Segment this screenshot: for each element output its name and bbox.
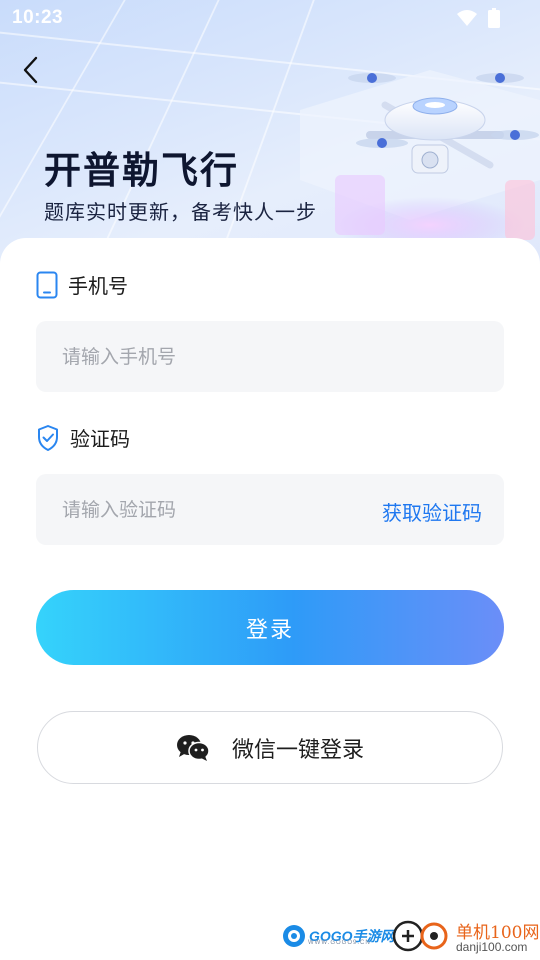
battery-icon <box>488 8 500 28</box>
wechat-icon <box>176 734 210 761</box>
gogo-logo-icon <box>283 925 305 947</box>
status-icons <box>456 8 500 28</box>
phone-input[interactable] <box>62 321 362 392</box>
wifi-icon <box>457 10 477 26</box>
hero-subtitle: 题库实时更新，备考快人一步 <box>44 200 317 224</box>
get-code-button[interactable]: 获取验证码 <box>382 497 482 526</box>
code-input[interactable] <box>62 474 362 545</box>
code-input-box[interactable]: 获取验证码 <box>36 474 504 545</box>
shield-check-icon <box>38 424 58 451</box>
code-field-label: 验证码 <box>36 423 130 452</box>
wechat-login-label: 微信一键登录 <box>231 737 364 763</box>
login-button[interactable]: 登录 <box>36 590 504 665</box>
status-bar: 10:23 <box>0 0 540 36</box>
code-label-text: 验证码 <box>70 427 130 451</box>
danji-logo-icon <box>392 920 448 952</box>
chevron-left-icon <box>23 56 38 84</box>
back-button[interactable] <box>14 52 50 88</box>
status-time: 10:23 <box>12 7 64 28</box>
wechat-login-button[interactable]: 微信一键登录 <box>37 711 503 784</box>
phone-input-box[interactable] <box>36 321 504 392</box>
gogo-subtext: WWW.GOGO9.CN <box>308 940 371 946</box>
phone-field-label: 手机号 <box>36 270 128 299</box>
hero-title: 开普勒飞行 <box>44 149 239 192</box>
watermark: GOGO手游网 WWW.GOGO9.CN 单机100网 danji100.com <box>280 914 540 960</box>
drone-illustration <box>300 70 540 250</box>
phone-label-text: 手机号 <box>68 274 128 298</box>
tablet-icon <box>36 271 58 298</box>
danji-url: danji100.com <box>456 940 528 954</box>
